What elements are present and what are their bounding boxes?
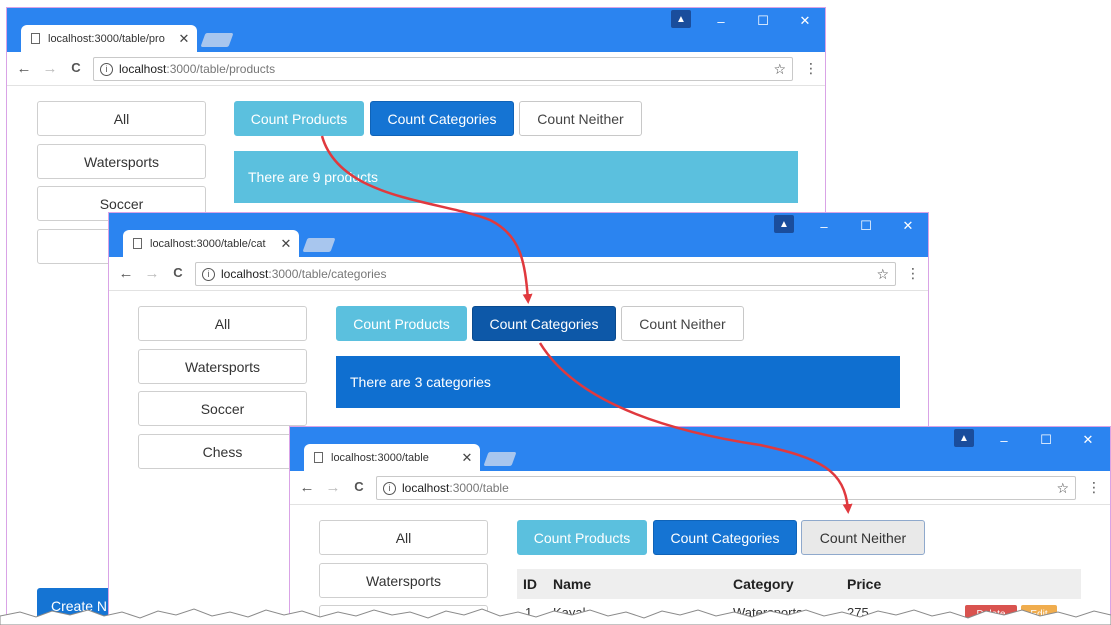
new-tab-button[interactable] <box>302 238 336 252</box>
header-id: ID <box>523 576 537 592</box>
address-bar[interactable]: i localhost :3000/table ☆ <box>376 476 1076 500</box>
tab-title: localhost:3000/table/pro <box>48 32 165 45</box>
header-price: Price <box>847 576 882 592</box>
bookmark-star-icon[interactable]: ☆ <box>773 61 786 78</box>
browser-toolbar: ← → C i localhost :3000/table/products ☆… <box>7 52 825 86</box>
forward-icon[interactable]: → <box>143 265 161 282</box>
profile-icon[interactable]: ▲ <box>954 429 974 447</box>
count-alert: There are 9 products <box>234 151 798 203</box>
category-button-watersports[interactable]: Watersports <box>138 349 307 384</box>
category-button-all[interactable]: All <box>138 306 307 341</box>
forward-icon[interactable]: → <box>324 479 342 496</box>
count-products-button[interactable]: Count Products <box>517 520 647 555</box>
menu-icon[interactable]: ⋮ <box>1087 479 1101 496</box>
count-products-button[interactable]: Count Products <box>234 101 364 136</box>
forward-icon[interactable]: → <box>41 60 59 77</box>
close-window-button[interactable]: ✕ <box>888 213 928 239</box>
reload-icon[interactable]: C <box>350 479 368 494</box>
count-neither-button[interactable]: Count Neither <box>519 101 642 136</box>
profile-icon[interactable]: ▲ <box>774 215 794 233</box>
count-categories-button[interactable]: Count Categories <box>653 520 797 555</box>
table-header: ID Name Category Price <box>517 569 1081 599</box>
menu-icon[interactable]: ⋮ <box>906 265 920 282</box>
title-bar: localhost:3000/table/cat ✕ ▲ – ☐ ✕ <box>109 213 928 257</box>
count-categories-button[interactable]: Count Categories <box>370 101 514 136</box>
close-tab-icon[interactable]: ✕ <box>458 450 476 466</box>
count-categories-button[interactable]: Count Categories <box>472 306 616 341</box>
count-alert: There are 3 categories <box>336 356 900 408</box>
page-icon <box>31 33 40 44</box>
category-button-chess[interactable]: Chess <box>138 434 307 469</box>
category-button-watersports[interactable]: Watersports <box>319 563 488 598</box>
tab-title: localhost:3000/table <box>331 451 429 464</box>
header-category: Category <box>733 576 794 592</box>
torn-edge <box>0 608 1111 625</box>
reload-icon[interactable]: C <box>67 60 85 75</box>
maximize-button[interactable]: ☐ <box>743 8 783 34</box>
info-icon[interactable]: i <box>202 267 215 281</box>
category-button-watersports[interactable]: Watersports <box>37 144 206 179</box>
tab-title: localhost:3000/table/cat <box>150 237 266 250</box>
bookmark-star-icon[interactable]: ☆ <box>1056 480 1069 497</box>
back-icon[interactable]: ← <box>15 60 33 77</box>
minimize-button[interactable]: – <box>701 8 741 34</box>
category-button-all[interactable]: All <box>319 520 488 555</box>
count-neither-button[interactable]: Count Neither <box>621 306 744 341</box>
page-icon <box>314 452 323 463</box>
close-tab-icon[interactable]: ✕ <box>175 31 193 47</box>
url-path: :3000/table/categories <box>268 267 387 281</box>
close-tab-icon[interactable]: ✕ <box>277 236 295 252</box>
count-neither-button[interactable]: Count Neither <box>801 520 925 555</box>
address-bar[interactable]: i localhost :3000/table/categories ☆ <box>195 262 896 286</box>
maximize-button[interactable]: ☐ <box>846 213 886 239</box>
category-button-all[interactable]: All <box>37 101 206 136</box>
browser-tab[interactable]: localhost:3000/table ✕ <box>304 444 480 471</box>
minimize-button[interactable]: – <box>984 427 1024 453</box>
reload-icon[interactable]: C <box>169 265 187 280</box>
back-icon[interactable]: ← <box>117 265 135 282</box>
new-tab-button[interactable] <box>483 452 517 466</box>
url-path: :3000/table/products <box>166 62 276 76</box>
bookmark-star-icon[interactable]: ☆ <box>876 266 889 283</box>
profile-icon[interactable]: ▲ <box>671 10 691 28</box>
new-tab-button[interactable] <box>200 33 234 47</box>
menu-icon[interactable]: ⋮ <box>804 60 818 77</box>
title-bar: localhost:3000/table/pro ✕ ▲ – ☐ ✕ <box>7 8 825 52</box>
url-host: localhost <box>221 267 269 281</box>
count-products-button[interactable]: Count Products <box>336 306 467 341</box>
page-icon <box>133 238 142 249</box>
info-icon[interactable]: i <box>383 481 396 495</box>
maximize-button[interactable]: ☐ <box>1026 427 1066 453</box>
back-icon[interactable]: ← <box>298 479 316 496</box>
browser-toolbar: ← → C i localhost :3000/table/categories… <box>109 257 928 291</box>
close-window-button[interactable]: ✕ <box>1068 427 1108 453</box>
url-path: :3000/table <box>449 481 509 495</box>
address-bar[interactable]: i localhost :3000/table/products ☆ <box>93 57 793 81</box>
url-host: localhost <box>402 481 450 495</box>
browser-tab[interactable]: localhost:3000/table/cat ✕ <box>123 230 299 257</box>
minimize-button[interactable]: – <box>804 213 844 239</box>
browser-window-table: localhost:3000/table ✕ ▲ – ☐ ✕ ← → C i l… <box>289 426 1111 625</box>
browser-tab[interactable]: localhost:3000/table/pro ✕ <box>21 25 197 52</box>
close-window-button[interactable]: ✕ <box>785 8 825 34</box>
browser-toolbar: ← → C i localhost :3000/table ☆ ⋮ <box>290 471 1110 505</box>
url-host: localhost <box>119 62 167 76</box>
title-bar: localhost:3000/table ✕ ▲ – ☐ ✕ <box>290 427 1110 471</box>
category-button-soccer[interactable]: Soccer <box>138 391 307 426</box>
header-name: Name <box>553 576 592 592</box>
info-icon[interactable]: i <box>100 62 113 76</box>
